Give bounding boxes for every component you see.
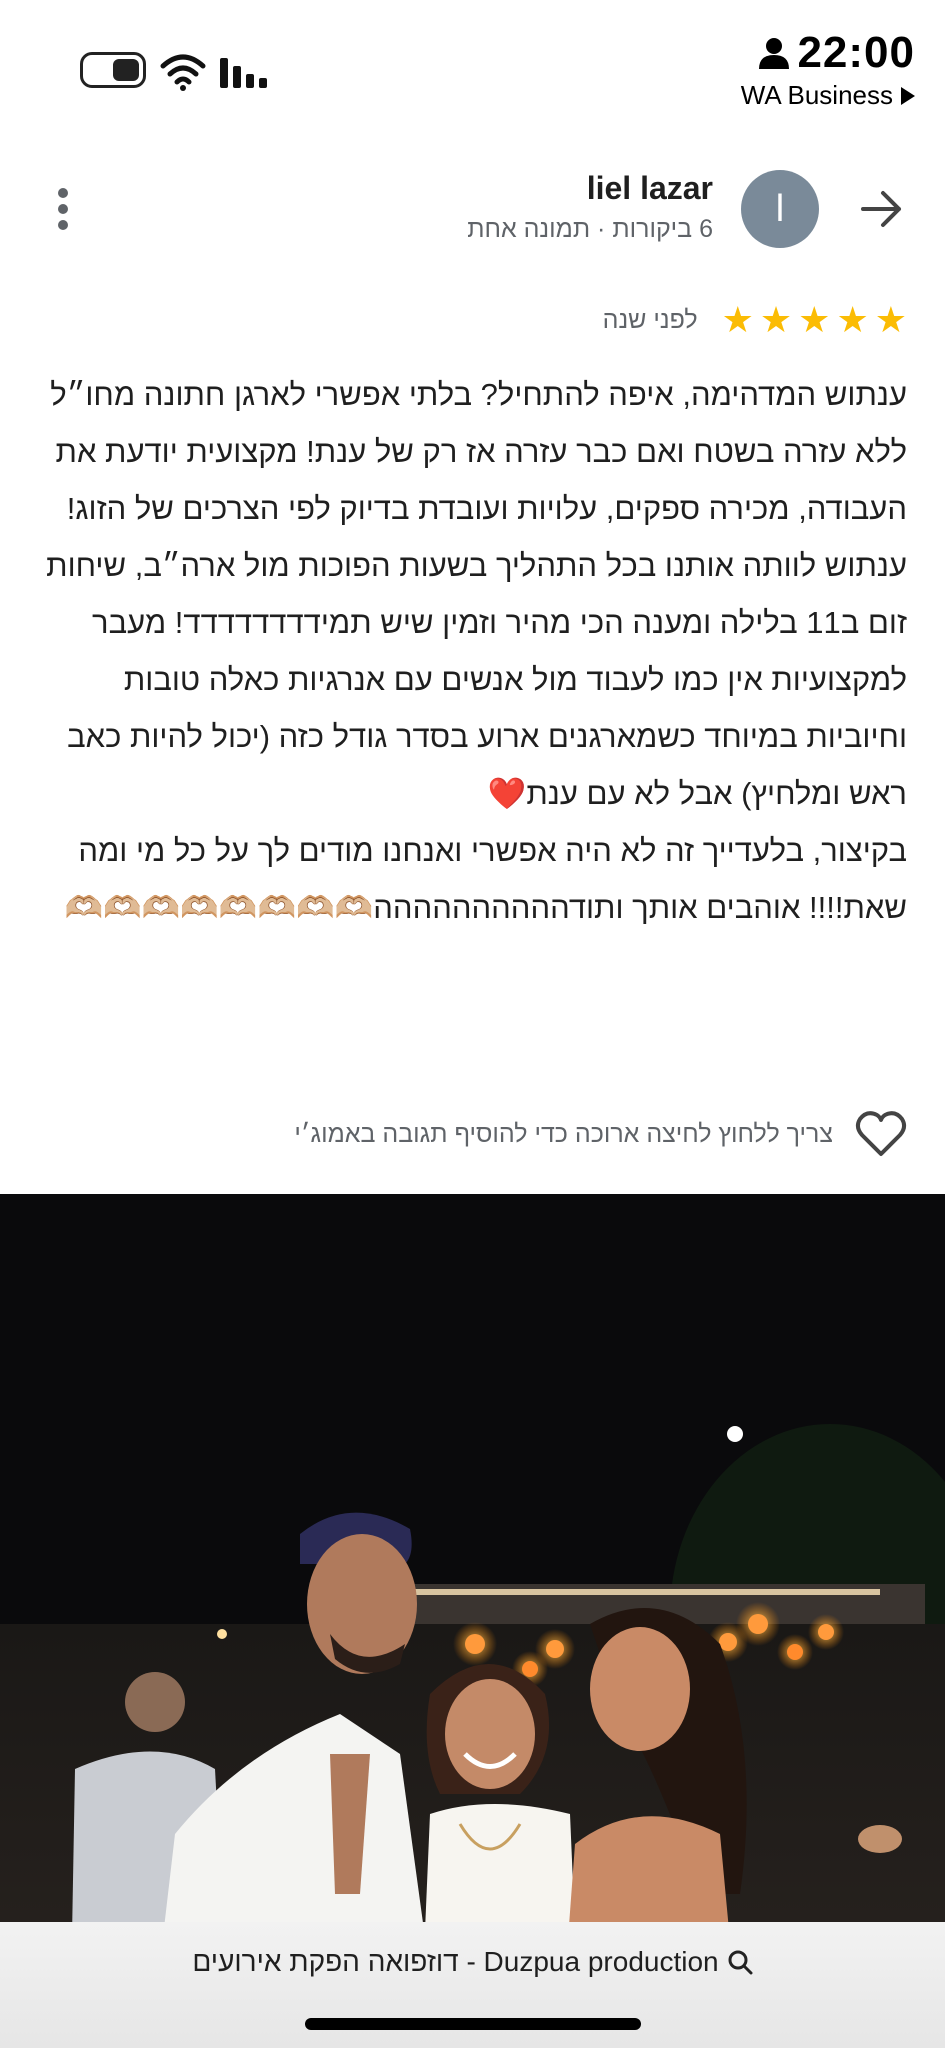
reviewer-name: liel lazar <box>586 170 713 206</box>
reaction-hint: צריך ללחוץ לחיצה ארוכה כדי להוסיף תגובה … <box>294 1119 833 1148</box>
review-photo[interactable] <box>0 1194 945 2048</box>
review-paragraph: ענתוש המדהימה, איפה להתחיל? בלתי אפשרי ל… <box>46 377 907 811</box>
avatar[interactable]: l <box>741 170 819 248</box>
status-bar: 22:00 WA Business <box>0 0 945 120</box>
play-icon <box>901 86 915 105</box>
star-icon: ★ <box>798 299 831 340</box>
clock: 22:00 <box>797 28 915 77</box>
reviewer-meta: 6 ביקורות · תמונה אחת <box>467 215 713 243</box>
star-icon: ★ <box>759 299 793 340</box>
search-icon <box>728 1950 753 1975</box>
heart-icon[interactable] <box>855 1110 907 1158</box>
rating-row: ★ ★ ★ ★ ★ לפני שנה <box>603 302 907 338</box>
review-body: ענתוש המדהימה, איפה להתחיל? בלתי אפשרי ל… <box>37 366 907 936</box>
star-icon: ★ <box>721 299 754 340</box>
reviewer-info[interactable]: liel lazar 6 ביקורות · תמונה אחת <box>467 170 713 244</box>
back-arrow-icon[interactable] <box>859 186 905 232</box>
review-paragraph: בקיצור, בלעדייך זה לא היה אפשרי ואנחנו מ… <box>64 833 907 925</box>
battery-icon <box>80 52 146 88</box>
review-time-ago: לפני שנה <box>602 305 698 334</box>
search-title: דוזפואה הפקת אירועים - Duzpua production <box>192 1946 719 1977</box>
back-to-app-link[interactable]: WA Business <box>741 80 915 111</box>
back-app-label: WA Business <box>740 80 893 110</box>
like-row: צריך ללחוץ לחיצה ארוכה כדי להוסיף תגובה … <box>294 1110 907 1158</box>
star-icon: ★ <box>836 299 869 340</box>
review-header: l liel lazar 6 ביקורות · תמונה אחת <box>0 150 945 270</box>
star-icon: ★ <box>874 299 907 340</box>
wifi-icon <box>160 54 206 91</box>
search-title-bar[interactable]: דוזפואה הפקת אירועים - Duzpua production <box>0 1946 945 1978</box>
home-indicator[interactable] <box>305 2018 641 2030</box>
bottom-bar: דוזפואה הפקת אירועים - Duzpua production <box>0 1922 945 2048</box>
more-options-icon[interactable] <box>56 188 70 232</box>
signal-icon <box>220 58 267 88</box>
event-photo-illustration <box>0 1194 945 2048</box>
person-icon <box>759 38 790 69</box>
